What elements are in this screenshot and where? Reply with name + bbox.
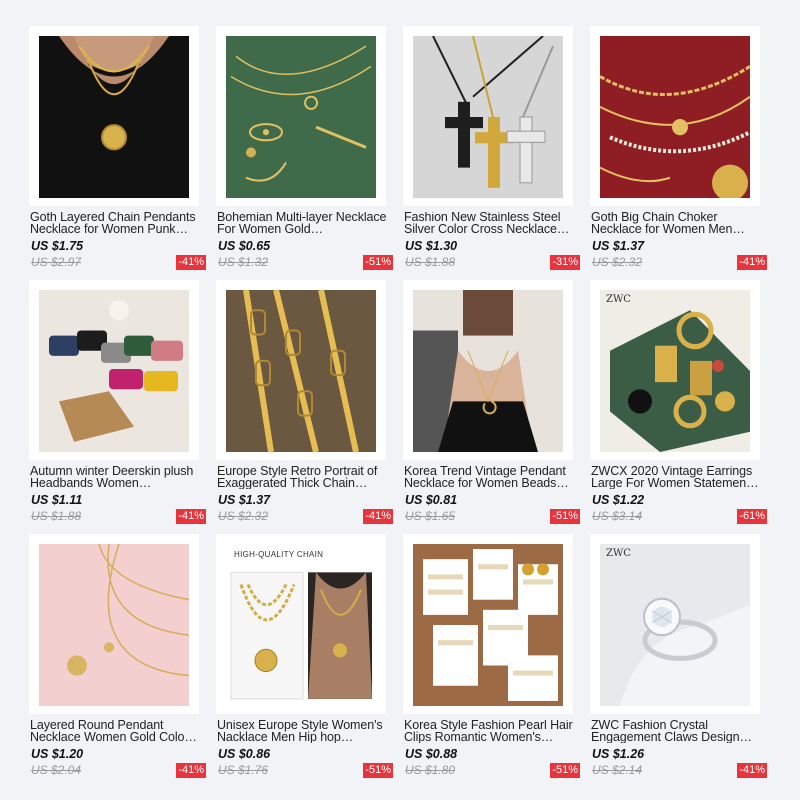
discount-badge: -41% [176,763,206,778]
product-card[interactable]: Fashion New Stainless Steel Silver Color… [394,22,580,276]
product-title[interactable]: Goth Big Chain Choker Necklace for Women… [591,212,769,235]
headbands-image [39,290,189,452]
product-title[interactable]: Korea Style Fashion Pearl Hair Clips Rom… [404,720,582,743]
crystal-ring-image: ZWC [600,544,750,706]
discount-badge: -41% [176,509,206,524]
product-title[interactable]: Layered Round Pendant Necklace Women Gol… [30,720,208,743]
product-grid: Goth Layered Chain Pendants Necklace for… [20,22,772,784]
brand-logo: ZWC [606,548,631,559]
hiphop-necklace-image: HIGH-QUALITY CHAIN [226,544,376,706]
product-title[interactable]: Autumn winter Deerskin plush Headbands W… [30,466,208,489]
product-title[interactable]: Europe Style Retro Portrait of Exaggerat… [217,466,395,489]
original-price: US $1.88 [405,255,456,269]
product-image[interactable] [403,280,573,460]
product-image[interactable]: HIGH-QUALITY CHAIN [216,534,386,714]
product-image[interactable] [590,26,760,206]
original-price: US $2.04 [31,763,82,777]
product-image[interactable]: ZWC [590,280,760,460]
image-banner: HIGH-QUALITY CHAIN [234,550,324,559]
product-title[interactable]: ZWC Fashion Crystal Engagement Claws Des… [591,720,769,743]
thick-chain-image [226,290,376,452]
discount-badge: -41% [737,763,767,778]
product-title[interactable]: Korea Trend Vintage Pendant Necklace for… [404,466,582,489]
original-price: US $1.76 [218,763,269,777]
product-title[interactable]: Unisex Europe Style Women's Nacklace Men… [217,720,395,743]
discount-badge: -51% [550,763,580,778]
brand-logo: ZWC [606,294,631,305]
product-card[interactable]: Autumn winter Deerskin plush Headbands W… [20,276,206,530]
hair-clips-image [413,544,563,706]
product-image[interactable] [216,26,386,206]
product-price: US $1.11 [31,493,83,507]
product-price: US $1.30 [405,239,458,253]
product-price: US $0.65 [218,239,271,253]
product-image[interactable] [403,26,573,206]
product-price: US $1.37 [218,493,271,507]
discount-badge: -61% [737,509,767,524]
product-card[interactable]: Europe Style Retro Portrait of Exaggerat… [207,276,393,530]
original-price: US $3.14 [592,509,643,523]
bohemian-necklace-image [226,36,376,198]
original-price: US $2.32 [218,509,269,523]
product-title[interactable]: Fashion New Stainless Steel Silver Color… [404,212,582,235]
original-price: US $1.80 [405,763,456,777]
product-title[interactable]: Bohemian Multi-layer Necklace For Women … [217,212,395,235]
product-image[interactable] [29,280,199,460]
product-card[interactable]: Bohemian Multi-layer Necklace For Women … [207,22,393,276]
product-price: US $1.20 [31,747,84,761]
original-price: US $2.14 [592,763,643,777]
discount-badge: -51% [550,509,580,524]
product-price: US $1.26 [592,747,645,761]
discount-badge: -41% [176,255,206,270]
product-card[interactable]: HIGH-QUALITY CHAIN Unisex Europe Style W… [207,530,393,784]
discount-badge: -41% [737,255,767,270]
earrings-image: ZWC [600,290,750,452]
gold-layered-necklace-image [39,36,189,198]
product-price: US $0.81 [405,493,458,507]
moon-pendant-image [413,290,563,452]
product-image[interactable] [403,534,573,714]
original-price: US $2.97 [31,255,82,269]
product-price: US $0.86 [218,747,271,761]
product-card[interactable]: Korea Style Fashion Pearl Hair Clips Rom… [394,530,580,784]
product-card[interactable]: Goth Layered Chain Pendants Necklace for… [20,22,206,276]
product-card[interactable]: Layered Round Pendant Necklace Women Gol… [20,530,206,784]
product-title[interactable]: Goth Layered Chain Pendants Necklace for… [30,212,208,235]
product-card[interactable]: ZWC ZWC Fashion Crystal Engagement Claws… [581,530,767,784]
cross-pendant-image [413,36,563,198]
product-card[interactable]: ZWC ZWCX 2020 Vintage Earrings Large For… [581,276,767,530]
product-image[interactable]: ZWC [590,534,760,714]
discount-badge: -51% [363,255,393,270]
round-pendant-image [39,544,189,706]
original-price: US $1.32 [218,255,269,269]
chain-choker-image [600,36,750,198]
product-image[interactable] [29,534,199,714]
product-title[interactable]: ZWCX 2020 Vintage Earrings Large For Wom… [591,466,769,489]
product-price: US $1.22 [592,493,645,507]
product-image[interactable] [216,280,386,460]
discount-badge: -41% [363,509,393,524]
original-price: US $1.88 [31,509,82,523]
product-price: US $1.75 [31,239,84,253]
product-card[interactable]: Korea Trend Vintage Pendant Necklace for… [394,276,580,530]
original-price: US $2.32 [592,255,643,269]
original-price: US $1.65 [405,509,456,523]
product-price: US $0.88 [405,747,458,761]
product-card[interactable]: Goth Big Chain Choker Necklace for Women… [581,22,767,276]
product-price: US $1.37 [592,239,645,253]
product-image[interactable] [29,26,199,206]
discount-badge: -31% [550,255,580,270]
discount-badge: -51% [363,763,393,778]
